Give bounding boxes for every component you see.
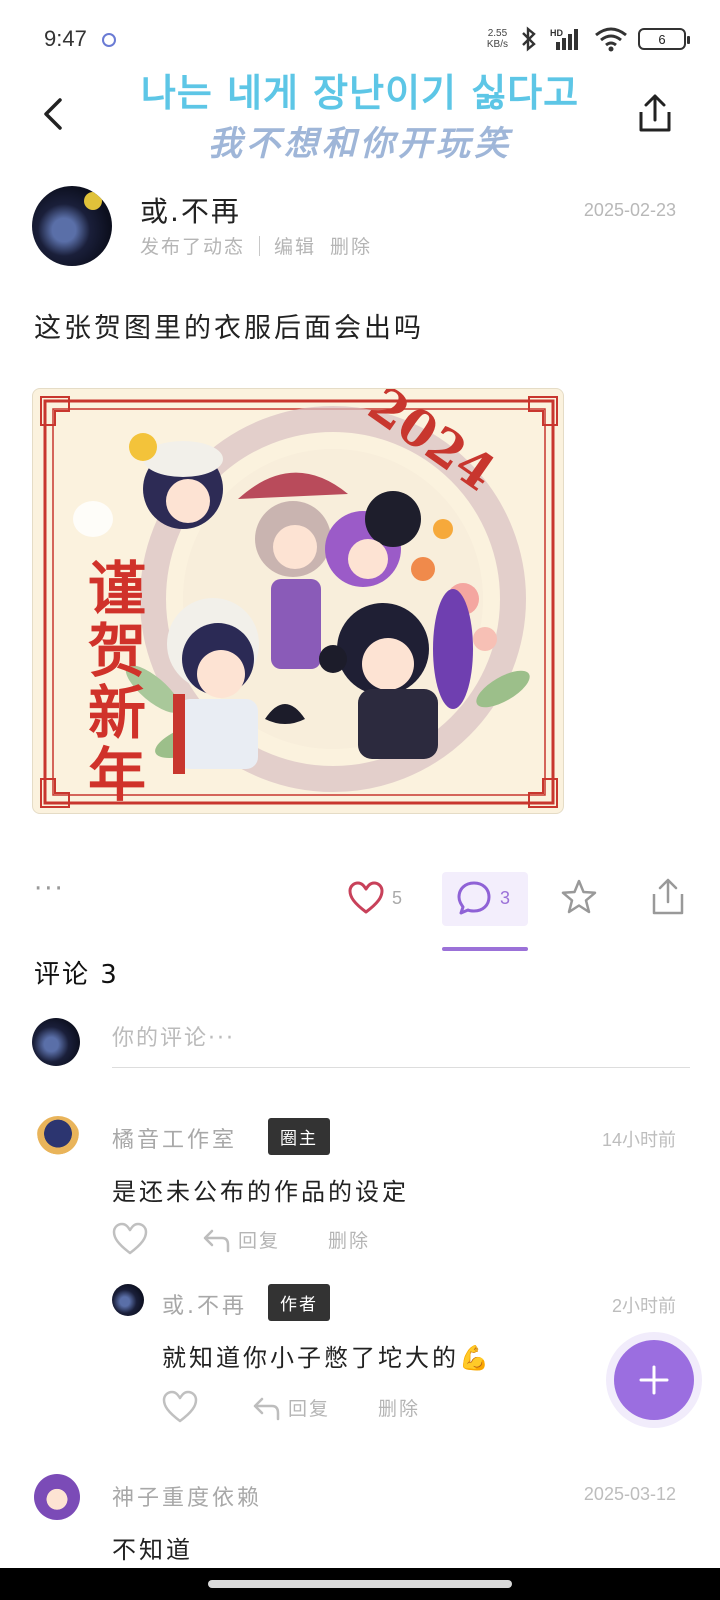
reply-avatar[interactable]: [112, 1284, 144, 1316]
share-icon[interactable]: [636, 92, 674, 136]
greeting-char-2: 贺: [88, 617, 146, 685]
comment-text: 不知道: [112, 1536, 193, 1564]
more-options-button[interactable]: ···: [34, 876, 65, 902]
comment-bubble-icon: [457, 881, 491, 915]
like-count: 5: [392, 887, 403, 908]
status-time: 9:47: [44, 26, 87, 51]
heart-icon: [348, 881, 384, 914]
banner-chinese-text: 我不想和你开玩笑: [208, 124, 512, 164]
heart-icon[interactable]: [162, 1390, 198, 1424]
author-name[interactable]: 或.不再: [140, 190, 241, 230]
author-action: 发布了动态: [140, 236, 246, 258]
home-indicator[interactable]: [208, 1580, 512, 1588]
reply-arrow-icon: [253, 1397, 280, 1421]
comment-text: 是还未公布的作品的设定: [112, 1178, 409, 1206]
divider: [259, 235, 261, 256]
reply-time: 2小时前: [611, 1296, 676, 1316]
reply-button[interactable]: 回复: [288, 1394, 330, 1421]
comment-time: 2025-03-12: [583, 1484, 676, 1504]
delete-button[interactable]: 删除: [378, 1394, 420, 1421]
delete-link[interactable]: 删除: [330, 232, 372, 259]
reply-author-name[interactable]: 或.不再: [162, 1288, 247, 1320]
signal-icon: HD: [550, 28, 578, 50]
author-avatar[interactable]: [32, 186, 112, 266]
author-meta: 发布了动态 编辑 删除: [140, 232, 372, 259]
greeting-char-3: 新: [88, 679, 146, 747]
post-text: 这张贺图里的衣服后面会出吗: [34, 313, 424, 344]
comment-avatar[interactable]: [34, 1474, 80, 1520]
comment-tab-indicator: [442, 947, 528, 951]
bluetooth-icon: [522, 26, 536, 52]
edit-link[interactable]: 编辑: [274, 232, 316, 259]
delete-button[interactable]: 删除: [328, 1226, 370, 1253]
svg-text:HD: HD: [550, 28, 563, 38]
comment-count: 3: [500, 887, 511, 908]
comment-actions: 回复 删除: [112, 1222, 370, 1256]
greeting-text: 谨 贺 新 年: [88, 555, 166, 809]
comment-button[interactable]: 3: [456, 872, 510, 924]
post-image[interactable]: 2024 谨 贺 新 年: [32, 388, 564, 814]
reply-actions: 回复 删除: [162, 1390, 420, 1424]
greeting-char-4: 年: [88, 741, 146, 809]
star-icon[interactable]: [560, 878, 598, 916]
owner-badge: 圈主: [268, 1118, 330, 1155]
comment-avatar[interactable]: [36, 1116, 80, 1160]
comments-title: 评论 3: [34, 960, 119, 990]
add-button[interactable]: [614, 1340, 694, 1420]
my-avatar: [32, 1018, 80, 1066]
post-date: 2025-02-23: [583, 200, 676, 220]
battery-icon: 6: [638, 28, 690, 50]
plus-icon: [639, 1365, 669, 1395]
greeting-char-1: 谨: [88, 555, 146, 623]
new-year-illustration: 2024 谨 贺 新 年: [40, 389, 558, 809]
author-badge: 作者: [268, 1284, 330, 1321]
banner-korean-text: 나는 네게 장난이기 싫다고: [140, 71, 580, 115]
comment-author-name[interactable]: 橘音工作室: [112, 1122, 237, 1154]
comment-time: 14小时前: [601, 1130, 676, 1150]
comment-input[interactable]: [112, 1010, 690, 1068]
wifi-icon: [595, 27, 627, 52]
reply-button[interactable]: 回复: [238, 1226, 280, 1253]
comment-author-name[interactable]: 神子重度依赖: [112, 1480, 262, 1512]
reply-arrow-icon: [203, 1229, 230, 1253]
notification-icon: [102, 33, 116, 47]
share-post-icon[interactable]: [650, 876, 686, 918]
net-speed: 2.55 KB/s: [486, 28, 508, 50]
like-button[interactable]: 5: [348, 872, 402, 924]
character-1: [129, 433, 223, 529]
reply-text: 就知道你小子憋了坨大的💪: [162, 1344, 492, 1372]
heart-icon[interactable]: [112, 1222, 148, 1256]
status-icons: 2.55 KB/s HD 6: [486, 24, 690, 54]
